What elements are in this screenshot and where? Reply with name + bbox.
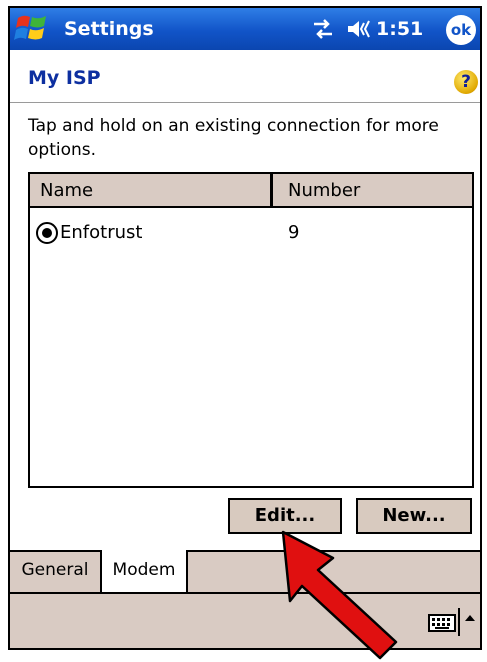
connection-name: Enfotrust	[60, 222, 143, 243]
windows-start-logo[interactable]	[14, 12, 50, 46]
connection-number: 9	[288, 222, 300, 243]
ok-button[interactable]: ok	[446, 15, 476, 45]
app-title: Settings	[64, 18, 154, 40]
column-divider	[270, 174, 273, 208]
list-header: Name Number	[30, 174, 472, 208]
command-bar	[10, 592, 480, 648]
tab-modem[interactable]: Modem	[102, 550, 188, 594]
instruction-text: Tap and hold on an existing connection f…	[28, 116, 439, 160]
clock[interactable]: 1:51	[376, 18, 423, 40]
keyboard-icon[interactable]	[428, 614, 456, 632]
help-icon[interactable]: ?	[454, 70, 478, 94]
title-bar: Settings 1:51 ok	[10, 8, 480, 50]
device-screen: Settings 1:51 ok My ISP ? Tap and hold o…	[8, 6, 482, 650]
page-title: My ISP	[28, 67, 101, 89]
column-header-number[interactable]: Number	[288, 180, 360, 201]
page-header: My ISP ?	[10, 50, 480, 103]
connection-list[interactable]: Name Number Enfotrust 9	[28, 172, 474, 488]
column-header-name[interactable]: Name	[40, 180, 93, 201]
speaker-icon[interactable]	[346, 19, 372, 39]
tab-strip: General Modem	[10, 550, 480, 594]
list-item[interactable]: Enfotrust 9	[30, 218, 472, 248]
connectivity-icon[interactable]	[310, 18, 336, 40]
keyboard-separator	[458, 608, 460, 636]
tab-general[interactable]: General	[10, 550, 102, 594]
edit-button[interactable]: Edit...	[228, 498, 342, 534]
input-menu-arrow-icon[interactable]	[464, 612, 476, 624]
new-button[interactable]: New...	[356, 498, 472, 534]
selected-radio-icon[interactable]	[36, 222, 58, 244]
